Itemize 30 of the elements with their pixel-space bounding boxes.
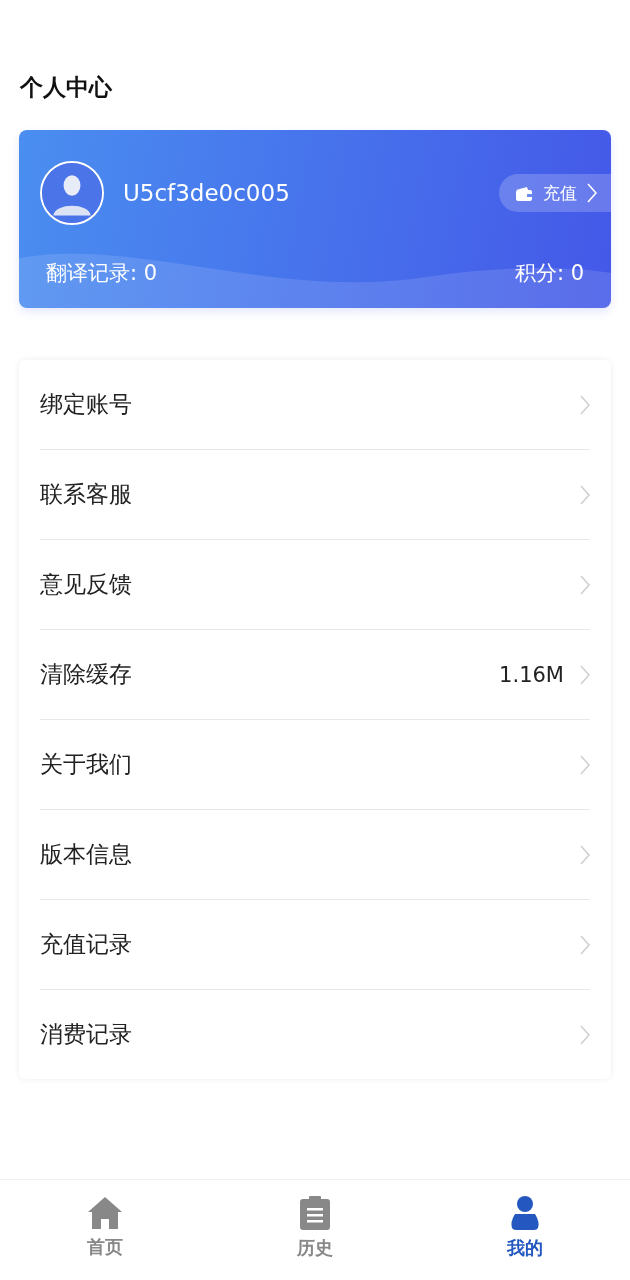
menu-item[interactable]: 绑定账号	[40, 360, 590, 450]
translation-records: 翻译记录: 0	[46, 260, 158, 287]
chevron-icon	[580, 1024, 590, 1045]
home-icon	[88, 1197, 122, 1229]
chevron-icon	[580, 394, 590, 415]
tab[interactable]: 我的	[420, 1180, 630, 1280]
tab[interactable]: 历史	[210, 1180, 420, 1280]
menu-item[interactable]: 联系客服	[40, 450, 590, 540]
tab[interactable]: 首页	[0, 1180, 210, 1280]
clipboard-icon	[300, 1196, 330, 1230]
chevron-icon	[580, 574, 590, 595]
chevron-icon	[580, 844, 590, 865]
chevron-icon	[580, 754, 590, 775]
menu-item[interactable]: 关于我们	[40, 720, 590, 810]
chevron-icon	[587, 183, 597, 203]
points: 积分: 0	[514, 260, 584, 287]
page-title: 个人中心	[19, 73, 113, 102]
menu-item[interactable]: 充值记录	[40, 900, 590, 990]
chevron-icon	[580, 934, 590, 955]
chevron-icon	[580, 664, 590, 685]
menu-item[interactable]: 版本信息	[40, 810, 590, 900]
cache-size: 1.16M	[499, 662, 564, 687]
menu-item[interactable]: 消费记录	[40, 990, 590, 1079]
menu-item[interactable]: 清除缓存 1.16M	[40, 630, 590, 720]
username: U5cf3de0c005	[123, 180, 291, 206]
recharge-button[interactable]: 充值	[499, 174, 611, 212]
wallet-icon	[515, 185, 533, 201]
person-icon	[510, 1196, 540, 1230]
chevron-icon	[580, 484, 590, 505]
menu-item[interactable]: 意见反馈	[40, 540, 590, 630]
